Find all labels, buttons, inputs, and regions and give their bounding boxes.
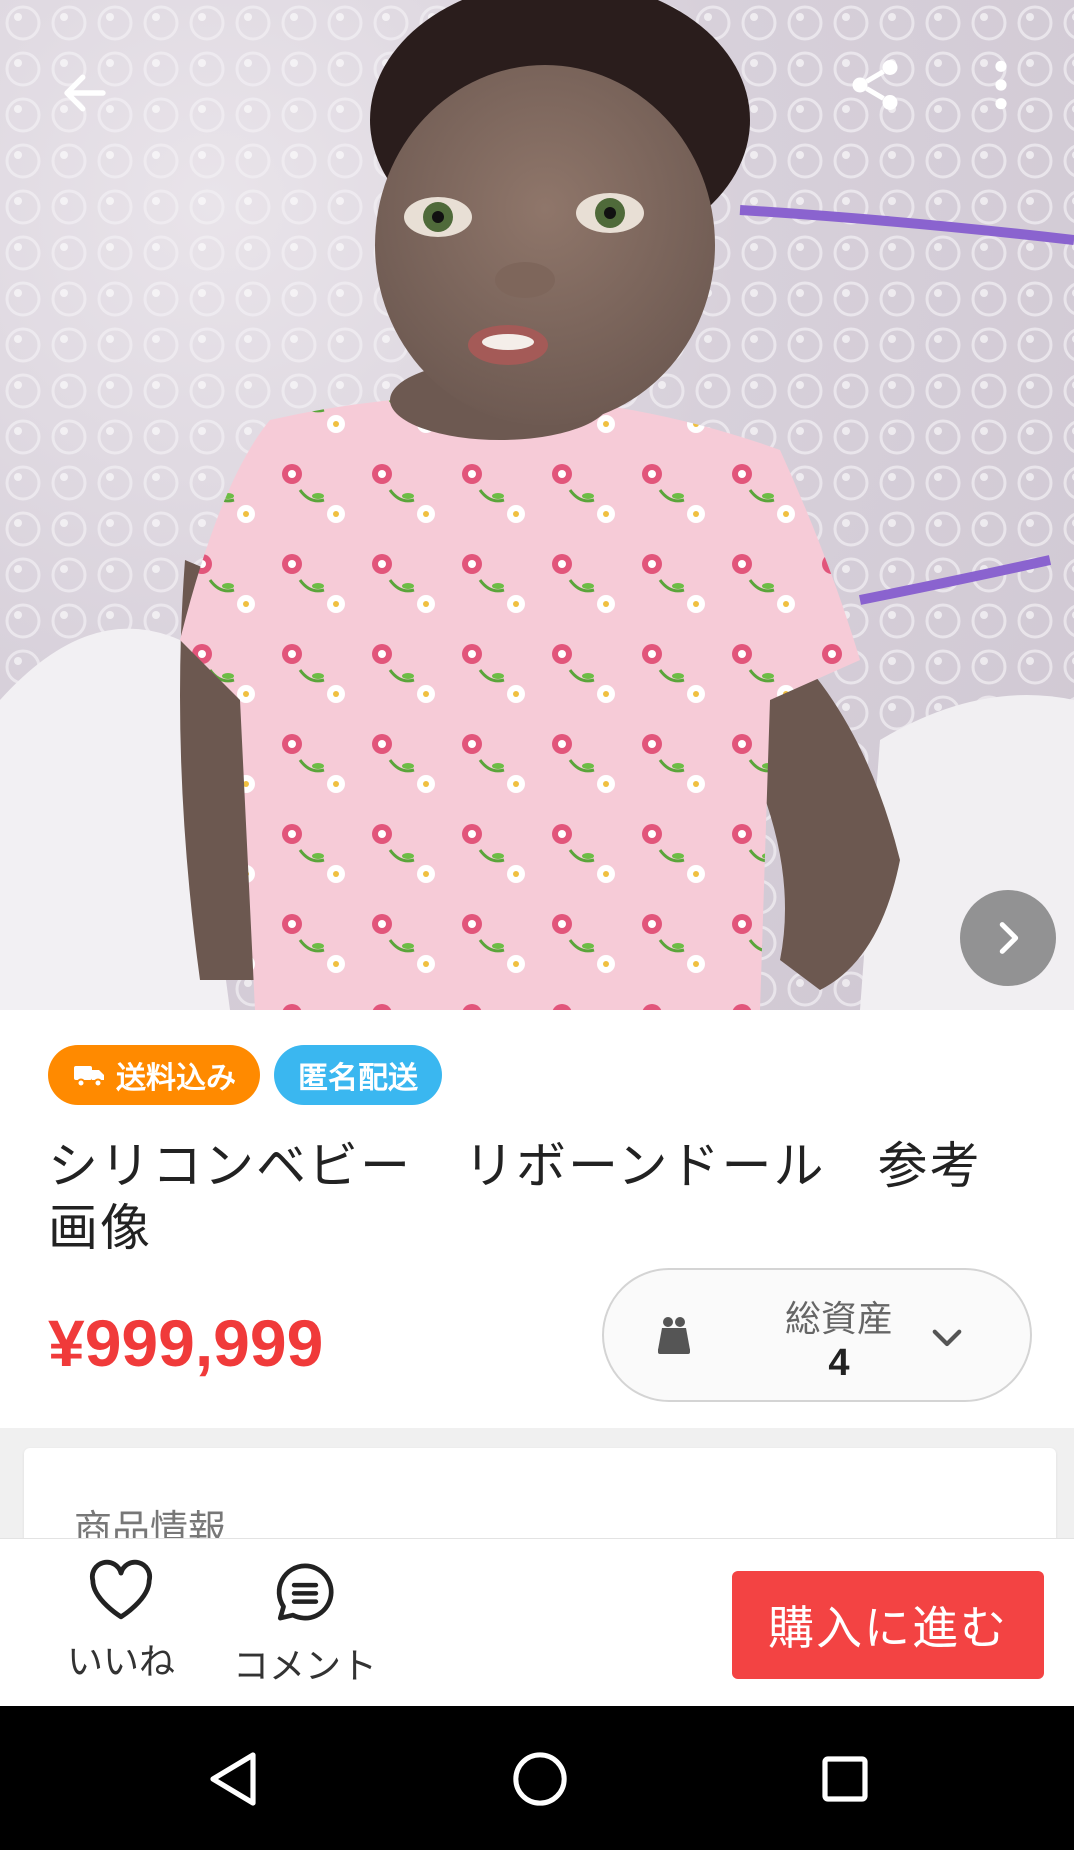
anonymous-shipping-badge: 匿名配送: [274, 1045, 442, 1105]
shipping-included-badge: 送料込み: [48, 1045, 260, 1105]
system-home-button[interactable]: [505, 1744, 575, 1814]
comment-button[interactable]: コメント: [225, 1559, 385, 1689]
arrow-left-icon: [64, 74, 106, 112]
chevron-down-icon: [926, 1316, 968, 1362]
back-button[interactable]: [40, 48, 130, 138]
total-assets-button[interactable]: 総資産 4: [602, 1268, 1032, 1402]
share-button[interactable]: [830, 40, 920, 130]
shipping-badge-label: 送料込み: [116, 1061, 236, 1096]
total-assets-value: 4: [828, 1342, 850, 1384]
share-icon: [852, 60, 898, 110]
product-photo: [0, 0, 1074, 1010]
next-image-button[interactable]: [960, 890, 1056, 986]
system-back-button[interactable]: [198, 1744, 268, 1814]
proceed-to-purchase-button[interactable]: 購入に進む: [732, 1571, 1044, 1679]
anonymous-badge-label: 匿名配送: [298, 1061, 418, 1096]
triangle-back-icon: [210, 1752, 256, 1806]
product-price: ¥999,999: [48, 1306, 324, 1380]
heart-icon: [89, 1559, 153, 1620]
bottom-action-bar: いいね コメント 購入に進む: [0, 1538, 1074, 1706]
circle-home-icon: [513, 1752, 567, 1806]
like-label: いいね: [66, 1642, 175, 1683]
comment-icon: [276, 1563, 334, 1621]
square-recents-icon: [822, 1756, 868, 1802]
badge-row: 送料込み 匿名配送: [48, 1045, 442, 1105]
system-navigation-bar: [0, 1706, 1074, 1850]
product-image-carousel[interactable]: [0, 0, 1074, 1010]
system-recents-button[interactable]: [810, 1744, 880, 1814]
like-button[interactable]: いいね: [56, 1559, 186, 1685]
truck-icon: [72, 1062, 106, 1088]
chevron-right-icon: [999, 922, 1019, 954]
comment-label: コメント: [232, 1646, 377, 1687]
more-vertical-icon: [995, 60, 1007, 110]
total-assets-label: 総資産: [784, 1299, 893, 1340]
product-title: シリコンベビー リボーンドール 参考画像: [48, 1137, 982, 1257]
more-options-button[interactable]: [970, 40, 1032, 130]
wallet-icon: [654, 1314, 694, 1360]
